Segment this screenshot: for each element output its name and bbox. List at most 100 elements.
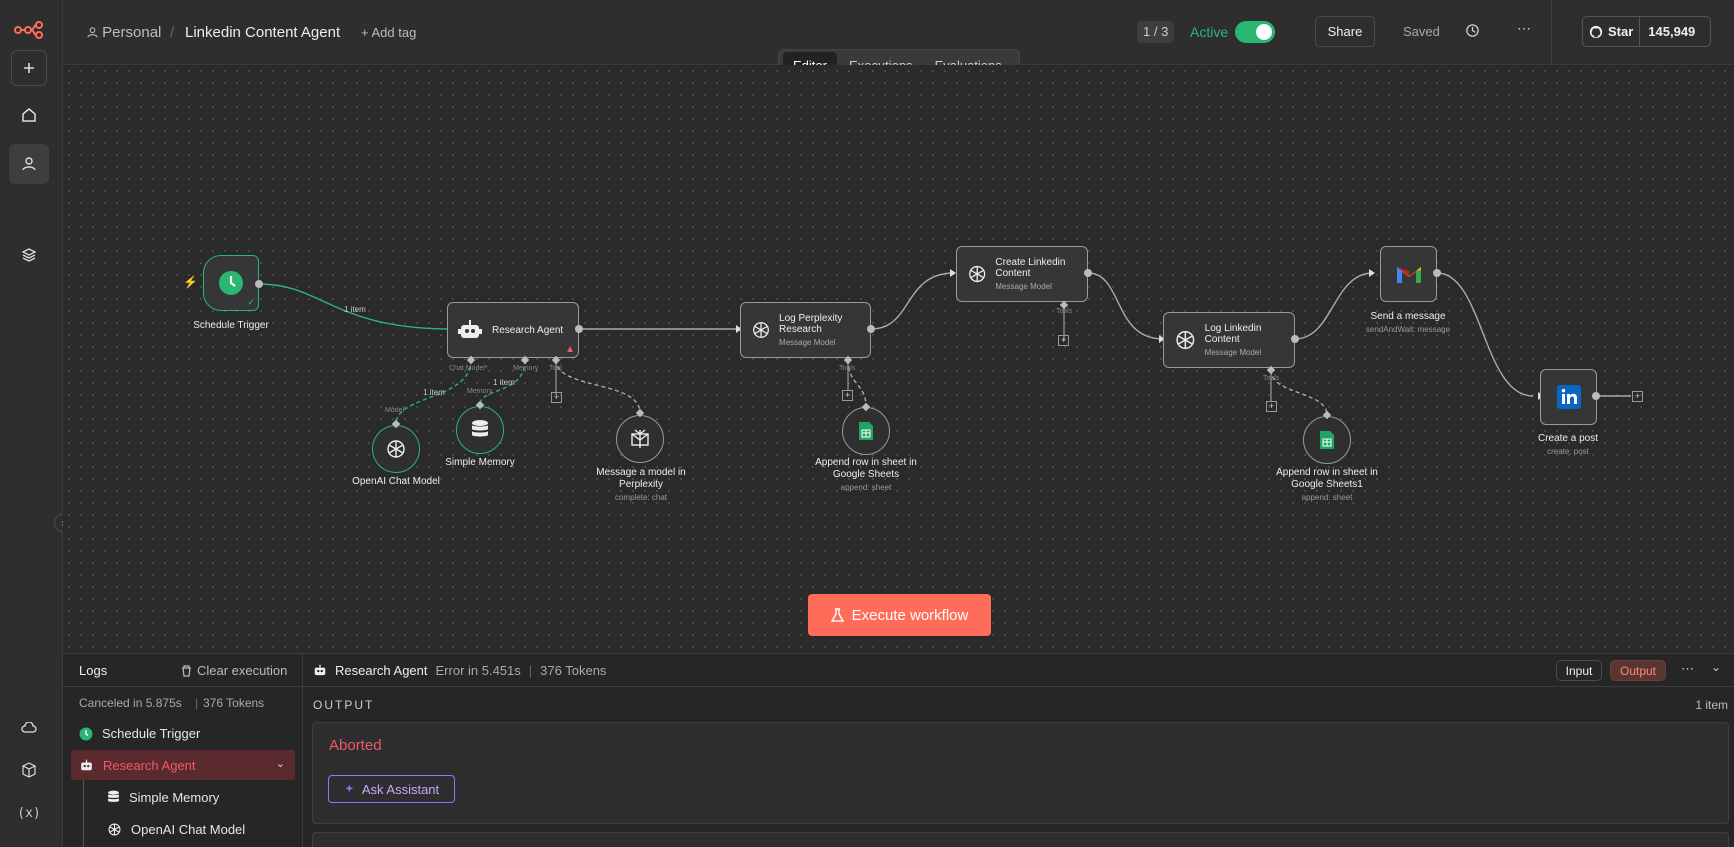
summary-tokens: 376 Tokens [203, 696, 265, 710]
github-icon [1589, 25, 1603, 38]
add-tool-button[interactable]: + [551, 392, 562, 403]
project-name: Personal [102, 24, 162, 41]
aborted-message: Aborted [329, 737, 382, 754]
log-item-label: Research Agent [103, 758, 196, 773]
add-tool-button[interactable]: + [1266, 401, 1277, 412]
ask-assistant-label: Ask Assistant [361, 781, 440, 797]
gmail-icon [1396, 267, 1421, 283]
workflow-name[interactable]: Linkedin Content Agent [185, 24, 340, 41]
port-label: Memory [467, 388, 493, 395]
logs-tree-panel: Logs Clear execution Canceled in 5.875s … [63, 654, 303, 847]
logo-icon[interactable] [9, 10, 49, 50]
star-label: Star [1608, 24, 1634, 39]
openai-icon [387, 440, 405, 458]
home-icon[interactable] [9, 95, 49, 135]
port-label: Memory [513, 365, 539, 372]
database-icon [472, 420, 488, 437]
chevron-down-icon[interactable]: ⌄ [276, 757, 285, 770]
project-breadcrumb[interactable]: Personal [87, 24, 161, 41]
active-toggle[interactable] [1235, 21, 1275, 43]
layers-icon[interactable] [9, 235, 49, 275]
logs-title: Logs [79, 663, 108, 678]
node-sublabel: append: sheet [1301, 493, 1353, 502]
node-label: Schedule Trigger [193, 320, 269, 331]
detail-header: Research Agent Error in 5.451s | 376 Tok… [313, 663, 606, 678]
output-tab[interactable]: Output [1610, 660, 1666, 681]
google-sheets-icon [1320, 431, 1334, 449]
input-tab[interactable]: Input [1556, 660, 1602, 681]
cloud-icon[interactable] [9, 708, 49, 748]
node-send-message[interactable] [1380, 246, 1437, 302]
detail-title: Research Agent [335, 663, 428, 678]
port-label: Tools [1056, 308, 1073, 315]
node-simple-memory[interactable] [456, 406, 504, 454]
user-icon [87, 27, 98, 38]
logs-panel: Logs Clear execution Canceled in 5.875s … [63, 653, 1734, 847]
success-check-icon: ✓ [247, 297, 255, 307]
node-append-row-sheets1[interactable] [1303, 416, 1351, 464]
node-perplexity[interactable] [616, 415, 664, 463]
openai-icon [1176, 331, 1195, 349]
node-log-linkedin-content[interactable]: Log Linkedin Content Message Model [1163, 312, 1295, 368]
ask-assistant-button[interactable]: Ask Assistant [328, 775, 455, 803]
node-title: Log Perplexity Research [779, 313, 843, 335]
port-label: Tools [1263, 375, 1280, 382]
workflow-canvas[interactable]: 1 item 1 item 1 item ⚡ ✓ Schedule Trigge… [63, 65, 1734, 701]
node-schedule-trigger[interactable]: ✓ [203, 255, 259, 311]
node-research-agent[interactable]: Research Agent ▲ [447, 302, 579, 358]
node-log-perplexity-research[interactable]: Log Perplexity Research Message Model [740, 302, 871, 358]
perplexity-icon [631, 429, 649, 448]
github-star-button[interactable]: Star 145,949 [1582, 16, 1711, 47]
log-item-openai-chat-model[interactable]: OpenAI Chat Model [107, 822, 245, 837]
add-tag-button[interactable]: + Add tag [361, 25, 416, 40]
detail-error: Error in 5.451s [435, 663, 521, 678]
plus-icon[interactable] [11, 50, 47, 86]
node-create-linkedin-content[interactable]: Create Linkedin Content Message Model [956, 246, 1088, 302]
history-icon[interactable] [1465, 23, 1480, 43]
add-tool-button[interactable]: + [842, 390, 853, 401]
box-icon[interactable] [9, 750, 49, 790]
clear-execution-button[interactable]: Clear execution [181, 663, 287, 678]
log-item-research-agent[interactable]: Research Agent ⌄ [71, 750, 295, 780]
node-label: Append row in sheet in Google Sheets1 [1276, 467, 1378, 490]
log-detail-panel: Research Agent Error in 5.451s | 376 Tok… [303, 654, 1734, 847]
active-label: Active [1190, 24, 1229, 40]
edge-label: 1 item [344, 305, 366, 314]
user-icon[interactable] [9, 144, 49, 184]
edge-label: 1 item [493, 378, 515, 387]
node-label: OpenAI Chat Model [352, 476, 440, 487]
execute-label: Execute workflow [851, 606, 969, 624]
clock-icon [79, 727, 93, 740]
node-subtitle: Message Model [1204, 348, 1262, 357]
clear-label: Clear execution [197, 663, 288, 678]
node-title: Create Linkedin Content [995, 257, 1066, 279]
node-sublabel: complete: chat [614, 493, 668, 502]
more-options-icon[interactable]: ⋯ [1517, 20, 1531, 37]
clock-icon [219, 271, 243, 295]
share-button[interactable]: Share [1315, 16, 1375, 47]
variables-icon[interactable]: (x) [9, 793, 49, 833]
error-box: Aborted Ask Assistant [312, 722, 1729, 824]
linkedin-icon [1556, 385, 1581, 409]
execute-workflow-button[interactable]: Execute workflow [808, 594, 991, 636]
breadcrumb-separator: / [170, 24, 175, 41]
node-label: Append row in sheet in Google Sheets [815, 457, 917, 480]
node-sublabel: sendAndWait: message [1365, 325, 1451, 334]
log-item-schedule-trigger[interactable]: Schedule Trigger [79, 726, 200, 741]
node-create-post[interactable] [1540, 369, 1597, 425]
item-count: 1 item [1695, 698, 1728, 712]
node-append-row-sheets[interactable] [842, 407, 890, 455]
trigger-bolt-icon: ⚡ [183, 275, 198, 289]
more-options-icon[interactable]: ⋯ [1681, 661, 1694, 677]
sparkle-icon [345, 784, 354, 793]
output-heading: OUTPUT [313, 698, 375, 712]
node-openai-chat-model[interactable] [372, 425, 420, 473]
add-node-button[interactable]: + [1632, 391, 1643, 402]
collapse-panel-icon[interactable]: ⌄ [1711, 660, 1721, 674]
port-label: Model [385, 407, 405, 414]
summary-separator: | [195, 696, 199, 710]
node-subtitle: Message Model [779, 338, 836, 347]
add-tool-button[interactable]: + [1058, 335, 1069, 346]
openai-icon [108, 823, 121, 836]
log-item-simple-memory[interactable]: Simple Memory [107, 790, 219, 805]
